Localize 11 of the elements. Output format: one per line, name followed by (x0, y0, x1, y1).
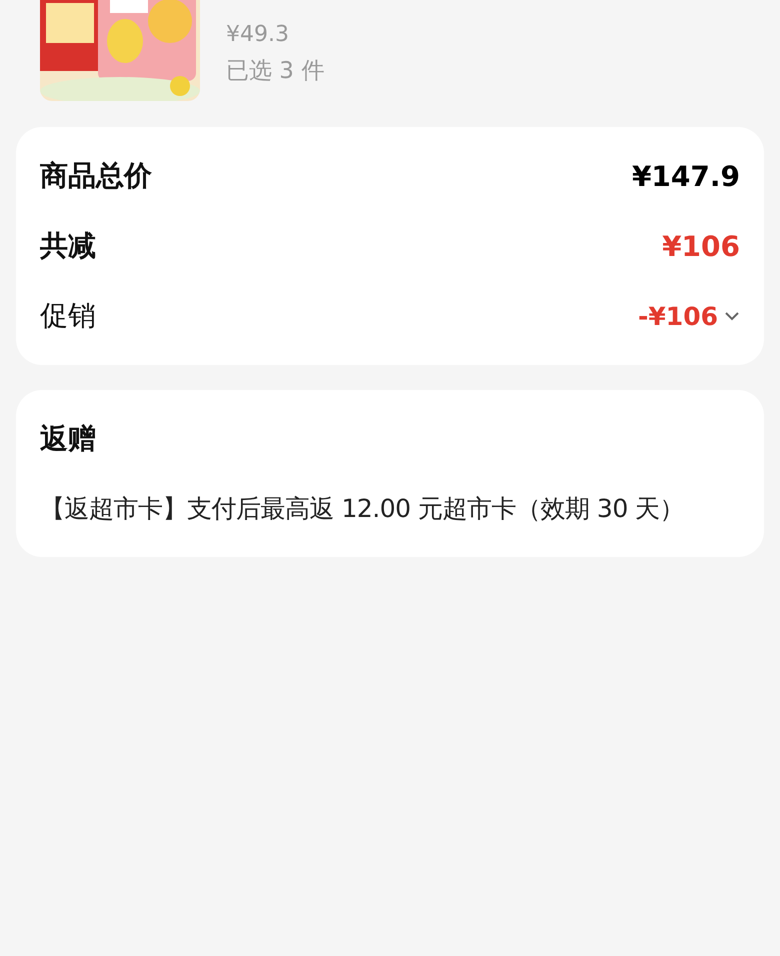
row-value: -¥106 (638, 302, 718, 330)
row-value: ¥147.9 (632, 160, 740, 192)
unit-price: ¥49.3 (226, 22, 290, 47)
row-value: ¥106 (662, 230, 740, 262)
row-label: 促销 (40, 298, 96, 334)
section-title: 返赠 (40, 421, 97, 457)
chevron-down-icon[interactable] (724, 310, 740, 322)
row-label: 共减 (40, 228, 96, 264)
row-label: 商品总价 (40, 158, 152, 194)
gift-description: 【返超市卡】支付后最高返 12.00 元超市卡（效期 30 天） (40, 493, 686, 525)
selected-count: 已选 3 件 (226, 57, 324, 86)
